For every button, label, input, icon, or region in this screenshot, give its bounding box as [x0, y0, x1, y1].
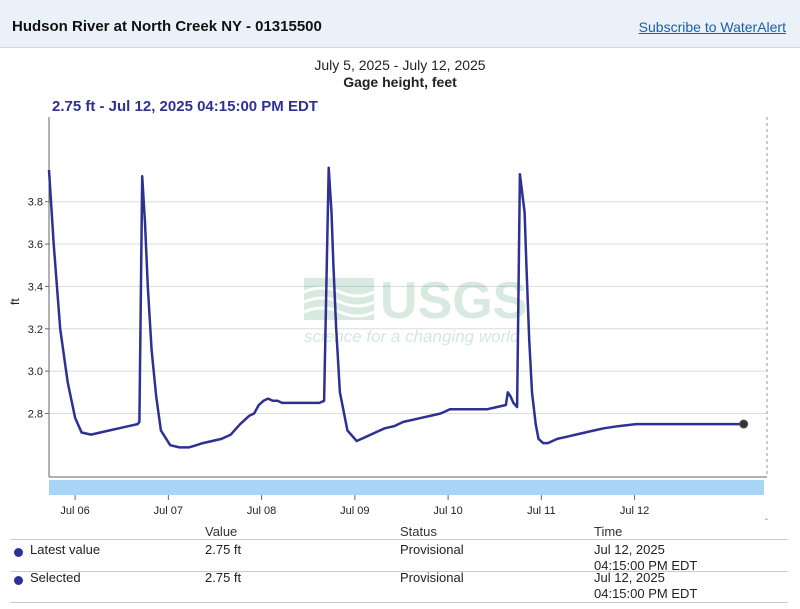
x-tick-label: Jul 12	[620, 505, 649, 517]
row-time-clock: 04:15:00 PM EDT	[594, 586, 698, 601]
y-axis-label: ft	[8, 298, 22, 305]
y-tick-label: 3.2	[28, 324, 43, 336]
x-axis-ticks: Jul 06 Jul 07 Jul 08 Jul 09 Jul 10 Jul 11 Jul …	[60, 495, 649, 517]
y-tick-label: 3.4	[28, 281, 43, 293]
x-tick-label: Jul 09	[340, 505, 369, 517]
row-label: Selected	[30, 570, 81, 585]
selected-series-dot-icon	[14, 576, 23, 585]
row-value: 2.75 ft	[205, 570, 242, 585]
row-label: Latest value	[30, 542, 101, 557]
table-row-selected[interactable]: Selected 2.75 ft Provisional Jul 12, 202…	[0, 570, 788, 604]
x-tick-label: Jul 08	[247, 505, 276, 517]
header-time: Time	[594, 524, 623, 539]
table-row-latest[interactable]: Latest value 2.75 ft Provisional Jul 12,…	[0, 540, 788, 573]
y-tick-label: 3.8	[28, 197, 43, 209]
x-tick-label: Jul 10	[433, 505, 462, 517]
header-status: Status	[400, 524, 437, 539]
row-time-date: Jul 12, 2025	[594, 542, 665, 557]
y-tick-label: 3.0	[28, 366, 43, 378]
row-status: Provisional	[400, 542, 464, 557]
gage-height-chart[interactable]: USGS science for a changing world 2.83.0…	[0, 0, 800, 520]
scroll-up-icon[interactable]: ˄	[764, 517, 769, 520]
y-tick-label: 2.8	[28, 408, 43, 420]
x-tick-label: Jul 07	[154, 505, 183, 517]
header-value: Value	[205, 524, 238, 539]
row-time-date: Jul 12, 2025	[594, 570, 665, 585]
selected-point-marker[interactable]	[739, 419, 749, 429]
x-tick-label: Jul 06	[60, 505, 89, 517]
row-status: Provisional	[400, 570, 464, 585]
y-axis-ticks: 2.8 3.0 3.2 3.4 3.6 3.8	[28, 197, 49, 420]
usgs-logo-text: USGS	[380, 272, 527, 330]
usgs-wave-logo-icon	[303, 278, 375, 320]
y-tick-label: 3.6	[28, 239, 43, 251]
table-divider	[10, 602, 788, 603]
latest-series-dot-icon	[14, 548, 23, 557]
row-value: 2.75 ft	[205, 542, 242, 557]
time-range-brush[interactable]	[49, 480, 764, 495]
x-tick-label: Jul 11	[527, 505, 556, 517]
